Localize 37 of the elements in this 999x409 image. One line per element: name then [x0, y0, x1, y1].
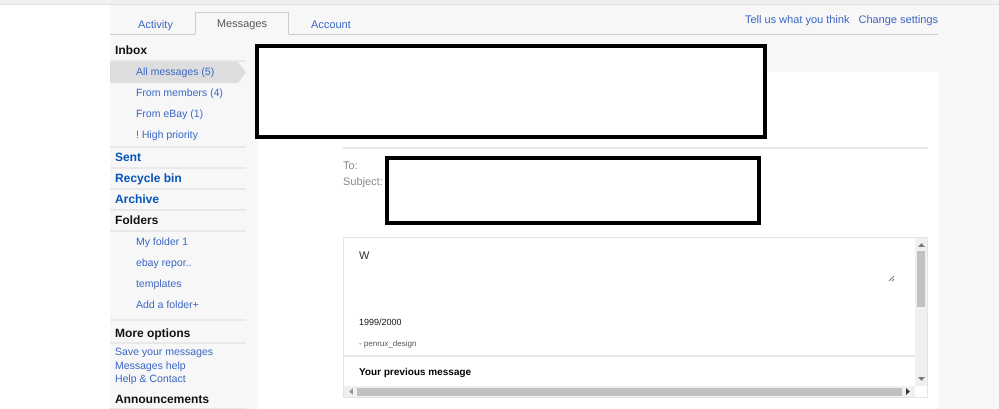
option-link[interactable]: Help & Contact — [110, 373, 246, 386]
section-heading: Folders — [110, 211, 246, 232]
vertical-scrollbar[interactable] — [915, 238, 927, 386]
folder-link[interactable]: My folder 1 — [110, 232, 246, 253]
message-text: W — [359, 250, 370, 262]
sidebar-link[interactable]: Archive — [110, 190, 246, 211]
folder-link[interactable]: From eBay (1) — [110, 104, 246, 125]
tab[interactable]: Messages — [194, 12, 289, 35]
folder-link[interactable]: ! High priority — [110, 125, 246, 146]
folder-link[interactable]: All messages (5) — [110, 62, 246, 83]
section-heading: Announcements — [110, 390, 246, 409]
tab[interactable]: Activity — [116, 12, 195, 35]
option-link[interactable]: Save your messages — [110, 346, 246, 360]
signature-date: 1999/2000 — [359, 316, 403, 329]
scroll-thumb[interactable] — [917, 251, 925, 307]
scroll-right-icon[interactable] — [906, 388, 911, 395]
horizontal-scrollbar[interactable] — [344, 386, 915, 397]
header-link[interactable]: Change settings — [858, 12, 938, 28]
folder-link[interactable]: ebay repor.. — [110, 253, 246, 274]
folder-link[interactable]: From members (4) — [110, 83, 246, 104]
signature-name: - penrux_design — [359, 338, 418, 350]
resize-handle-icon[interactable] — [888, 275, 895, 282]
field-label: Subject: — [343, 175, 383, 190]
message-textarea[interactable]: W — [344, 238, 915, 316]
sidebar-link[interactable]: Sent — [110, 148, 246, 169]
scroll-down-icon[interactable] — [918, 377, 924, 382]
scroll-up-icon[interactable] — [918, 242, 924, 247]
field-label: To: — [343, 159, 358, 174]
folder-link[interactable]: Add a folder+ — [110, 295, 246, 316]
sidebar-link[interactable]: Recycle bin — [110, 169, 246, 190]
folder-link[interactable]: templates — [110, 274, 246, 295]
scroll-thumb[interactable] — [357, 388, 902, 396]
option-link[interactable]: Messages help — [110, 360, 246, 373]
section-heading: More options — [110, 325, 246, 344]
tab[interactable]: Account — [288, 12, 373, 35]
header-link[interactable]: Tell us what you think — [744, 12, 850, 28]
scroll-left-icon[interactable] — [348, 388, 353, 395]
